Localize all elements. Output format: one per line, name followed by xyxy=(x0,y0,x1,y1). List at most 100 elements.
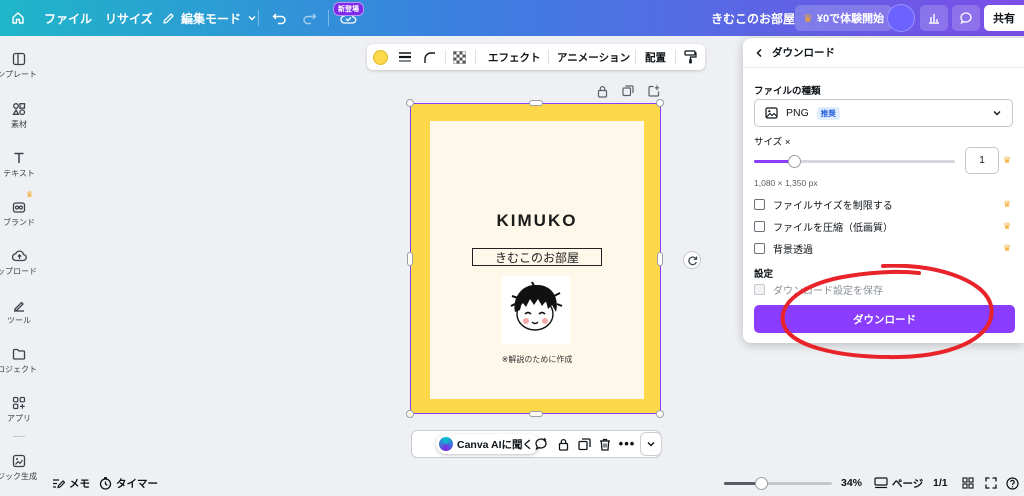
free-trial-label: ¥0で体験開始 xyxy=(816,13,885,25)
design-page[interactable]: KIMUKO きむこのお部屋 ※解説のために作成 xyxy=(410,103,661,414)
pages-button[interactable]: ページ xyxy=(874,470,923,496)
option-save-settings[interactable]: ダウンロード設定を保存 xyxy=(754,282,883,297)
position-button[interactable]: 配置 xyxy=(645,44,666,70)
canva-ai-button[interactable]: Canva AIに聞く xyxy=(436,434,540,454)
grid-view-button[interactable] xyxy=(962,470,974,496)
file-menu[interactable]: ファイル xyxy=(44,0,92,36)
sidebar-item-templates[interactable]: テンプレート xyxy=(0,52,38,80)
undo-button[interactable] xyxy=(272,0,287,36)
download-button-label: ダウンロード xyxy=(853,313,916,326)
more-options-button[interactable]: ••• xyxy=(619,436,635,452)
corner-rounding-button[interactable] xyxy=(423,44,436,70)
option-label: ファイルを圧縮（低画質） xyxy=(773,222,893,234)
page-count[interactable]: 1/1 xyxy=(933,470,948,496)
timer-icon xyxy=(99,476,112,490)
undo-icon xyxy=(272,13,286,24)
avatar[interactable] xyxy=(887,4,915,32)
color-swatch-button[interactable] xyxy=(373,44,388,70)
size-slider[interactable] xyxy=(754,155,955,168)
border-style-button[interactable] xyxy=(398,44,412,70)
file-type-select[interactable]: PNG 推奨 xyxy=(754,99,1013,127)
size-input[interactable]: 1 xyxy=(965,147,999,174)
sidebar-item-projects[interactable]: プロジェクト xyxy=(0,347,38,375)
download-button[interactable]: ダウンロード xyxy=(754,305,1015,333)
duplicate-button[interactable] xyxy=(576,436,592,452)
lock-icon[interactable] xyxy=(597,85,608,98)
resize-handle[interactable] xyxy=(529,100,543,106)
sidebar-item-text[interactable]: テキスト xyxy=(0,151,38,179)
free-trial-button[interactable]: ♛ ¥0で体験開始 xyxy=(795,5,893,31)
checkbox[interactable] xyxy=(754,283,765,295)
divider xyxy=(328,10,329,26)
effects-button[interactable]: エフェクト xyxy=(488,44,541,70)
elements-icon xyxy=(12,103,26,116)
design-title[interactable]: KIMUKO xyxy=(430,211,644,231)
toolbar-expand-button[interactable] xyxy=(640,432,662,456)
duplicate-page-icon[interactable] xyxy=(622,85,634,97)
resize-handle[interactable] xyxy=(406,410,414,418)
resize-handle[interactable] xyxy=(407,252,413,266)
sidebar-item-elements[interactable]: 素材 xyxy=(0,102,38,130)
rotate-handle[interactable] xyxy=(683,251,701,269)
timer-button[interactable]: タイマー xyxy=(99,470,158,496)
divider xyxy=(635,50,636,64)
fullscreen-button[interactable] xyxy=(985,470,997,496)
lock-button[interactable] xyxy=(555,436,571,452)
help-button[interactable] xyxy=(1006,470,1019,496)
download-panel-header: ダウンロード xyxy=(743,38,1024,68)
size-slider-handle[interactable] xyxy=(788,155,802,168)
animation-button[interactable]: アニメーション xyxy=(557,44,630,70)
zoom-slider[interactable] xyxy=(724,477,832,490)
option-compress-file[interactable]: ファイルを圧縮（低画質） xyxy=(754,219,893,234)
checkbox[interactable] xyxy=(754,220,765,232)
home-icon xyxy=(12,12,24,24)
share-button[interactable]: 共有 xyxy=(984,5,1024,31)
rotate-icon xyxy=(687,256,697,265)
option-limit-file-size[interactable]: ファイルサイズを制限する xyxy=(754,197,893,212)
sidebar-item-tools[interactable]: ツール xyxy=(0,298,38,326)
document-title[interactable]: きむこのお部屋 xyxy=(711,0,795,36)
comments-button[interactable] xyxy=(952,5,980,31)
transparency-button[interactable] xyxy=(453,44,466,70)
redo-button[interactable] xyxy=(302,0,317,36)
resize-button[interactable]: リサイズ xyxy=(105,0,153,36)
home-button[interactable] xyxy=(6,0,30,36)
zoom-slider-handle[interactable] xyxy=(754,477,768,490)
zoom-level[interactable]: 34% xyxy=(841,470,862,496)
resize-handle[interactable] xyxy=(656,99,664,107)
document-title-text: きむこのお部屋 xyxy=(711,11,796,26)
help-icon xyxy=(1006,476,1019,490)
option-transparent-background[interactable]: 背景透過 xyxy=(754,241,813,256)
resize-handle[interactable] xyxy=(529,411,543,417)
settings-label: 設定 xyxy=(754,269,774,280)
resize-label: リサイズ xyxy=(105,11,153,26)
add-page-icon[interactable] xyxy=(648,85,660,97)
edit-mode-dropdown[interactable]: 編集モード xyxy=(162,0,257,36)
sidebar-item-label: プロジェクト xyxy=(0,365,37,374)
animation-label: アニメーション xyxy=(557,51,631,64)
comment-add-button[interactable] xyxy=(533,436,549,452)
sidebar-item-brand[interactable]: ブランド xyxy=(0,200,38,228)
more-icon: ••• xyxy=(618,436,636,451)
projects-icon xyxy=(12,348,26,360)
design-subtitle-box[interactable]: きむこのお部屋 xyxy=(472,248,602,266)
checkbox[interactable] xyxy=(754,242,765,254)
checkbox[interactable] xyxy=(754,198,765,210)
inner-card[interactable]: KIMUKO きむこのお部屋 ※解説のために作成 xyxy=(430,121,644,399)
analytics-button[interactable] xyxy=(920,5,948,31)
sidebar-item-apps[interactable]: アプリ xyxy=(0,396,38,424)
fullscreen-icon xyxy=(985,477,997,489)
design-subtitle: きむこのお部屋 xyxy=(494,250,579,265)
character-illustration[interactable] xyxy=(502,276,570,344)
size-label: サイズ × xyxy=(754,137,791,148)
resize-handle[interactable] xyxy=(657,252,663,266)
copy-style-button[interactable] xyxy=(684,44,697,70)
resize-handle[interactable] xyxy=(656,410,664,418)
delete-button[interactable] xyxy=(597,436,613,452)
back-arrow-icon[interactable] xyxy=(755,48,764,58)
resize-handle[interactable] xyxy=(406,99,414,107)
pages-label: ページ xyxy=(892,477,924,490)
sidebar-item-uploads[interactable]: アップロード xyxy=(0,249,38,277)
design-note[interactable]: ※解説のために作成 xyxy=(430,354,644,365)
notes-button[interactable]: メモ xyxy=(52,470,90,496)
